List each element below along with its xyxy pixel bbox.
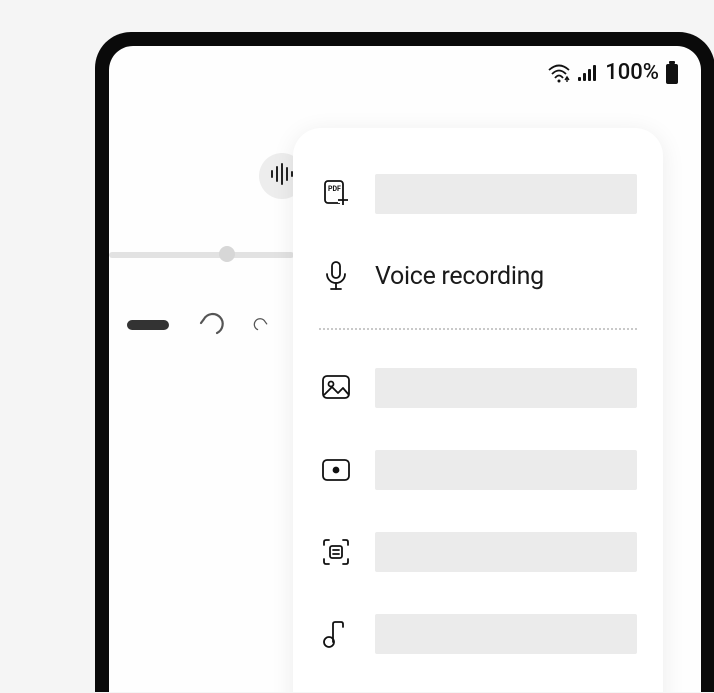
device-frame: 100%: [95, 32, 714, 692]
battery-icon: [665, 61, 679, 85]
slider-handle[interactable]: [219, 246, 235, 262]
brush-preview[interactable]: [127, 320, 169, 330]
scan-text-icon: [319, 536, 353, 568]
menu-divider: [319, 328, 637, 330]
insert-menu-popup: PDF Voice recording: [293, 128, 663, 692]
brush-size-slider[interactable]: [109, 252, 294, 258]
pdf-add-icon: PDF: [319, 178, 353, 210]
menu-item-scan-text[interactable]: [319, 522, 637, 582]
menu-item-audio[interactable]: [319, 604, 637, 664]
menu-item-label-placeholder: [375, 614, 637, 654]
menu-item-label-placeholder: [375, 450, 637, 490]
screen: 100%: [109, 46, 701, 692]
mic-icon: [319, 260, 353, 292]
cellular-icon: [577, 64, 599, 82]
image-icon: [319, 373, 353, 403]
menu-item-label: Voice recording: [375, 262, 544, 291]
menu-item-camera[interactable]: [319, 440, 637, 500]
camera-icon: [319, 455, 353, 485]
menu-item-label-placeholder: [375, 174, 637, 214]
toolbar: [109, 311, 281, 339]
menu-item-label-placeholder: [375, 532, 637, 572]
redo-button[interactable]: [253, 311, 281, 339]
status-bar: 100%: [547, 60, 679, 85]
waveform-icon: [269, 163, 295, 189]
audio-icon: [319, 618, 353, 650]
svg-text:PDF: PDF: [328, 185, 341, 193]
menu-item-image[interactable]: [319, 358, 637, 418]
undo-button[interactable]: [197, 311, 225, 339]
menu-item-pdf[interactable]: PDF: [319, 164, 637, 224]
menu-item-voice-recording[interactable]: Voice recording: [319, 246, 637, 306]
battery-text: 100%: [605, 60, 659, 85]
menu-item-label-placeholder: [375, 368, 637, 408]
wifi-icon: [547, 63, 571, 83]
